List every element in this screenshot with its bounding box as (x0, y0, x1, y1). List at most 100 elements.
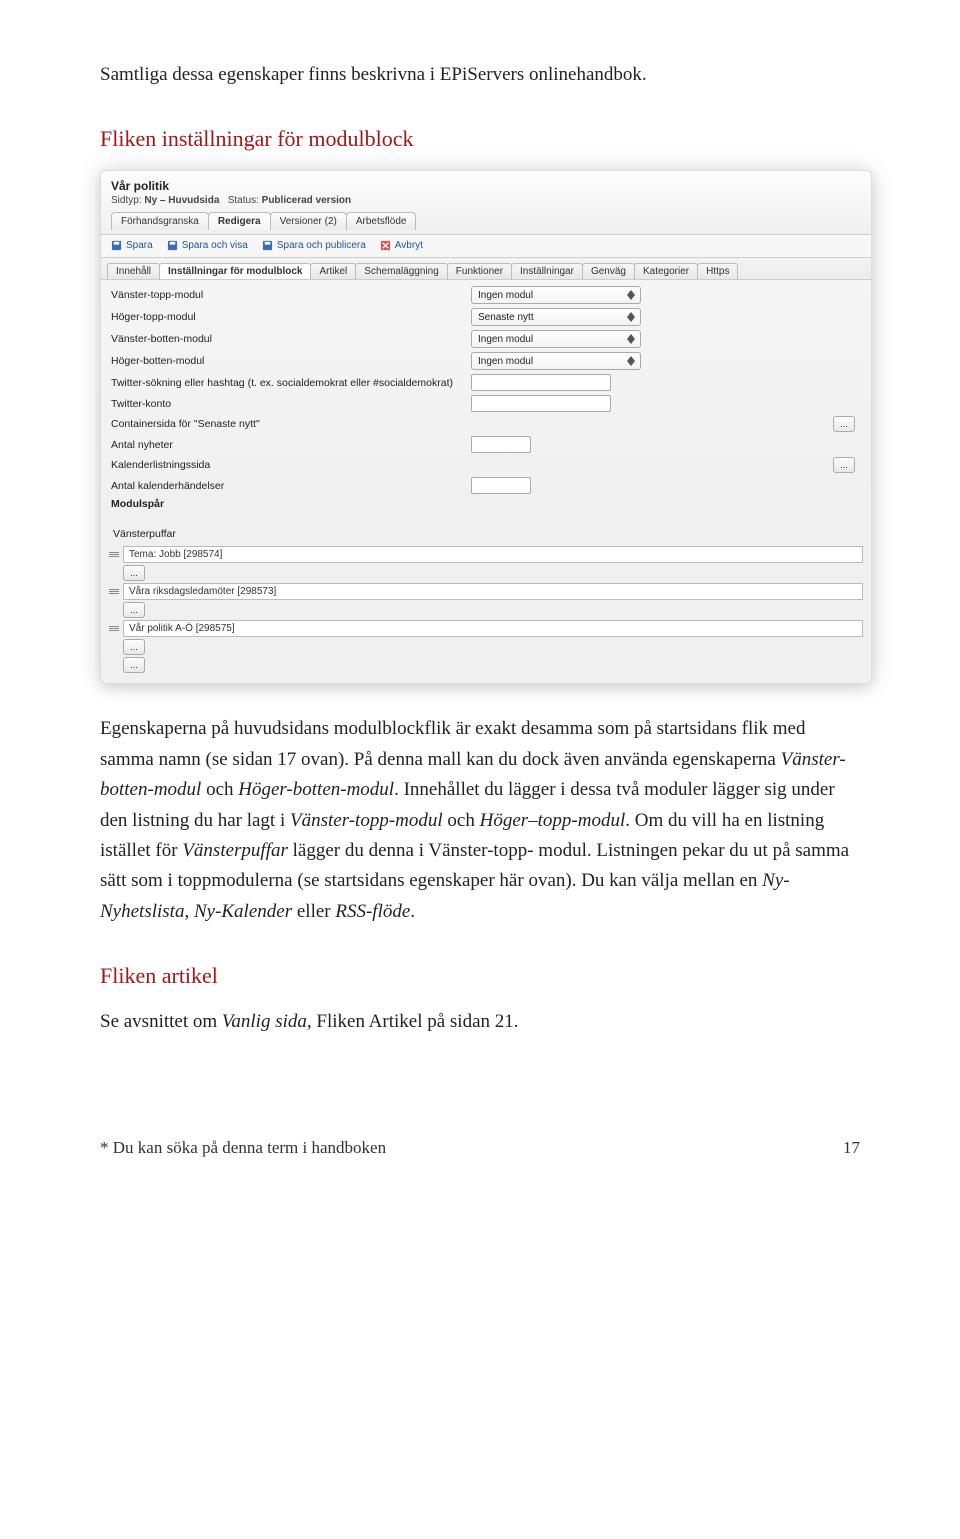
subtab-content[interactable]: Innehåll (107, 263, 160, 279)
label: Vänster-botten-modul (111, 333, 471, 345)
puff-item: Våra riksdagsledamöter [298573] (109, 583, 863, 600)
row-modulspar: Modulspår (101, 496, 871, 512)
browse-button[interactable]: ... (123, 565, 145, 581)
form-area: Vänster-topp-modul Ingen modul Höger-top… (101, 280, 871, 520)
sidtyp-label: Sidtyp: (111, 195, 142, 206)
puff-field[interactable]: Vår politik A-Ö [298575] (123, 620, 863, 637)
puff-title: Vänsterpuffar (109, 524, 863, 544)
select-vanster-topp[interactable]: Ingen modul (471, 286, 641, 304)
intro-line: Samtliga dessa egenskaper finns beskrivn… (100, 60, 860, 90)
page-meta: Sidtyp: Ny – Huvudsida Status: Publicera… (111, 195, 861, 206)
puff-field[interactable]: Tema: Jobb [298574] (123, 546, 863, 563)
sidtyp-value: Ny – Huvudsida (144, 195, 219, 206)
input-twitter-search[interactable] (471, 374, 611, 391)
browse-button[interactable]: ... (123, 602, 145, 618)
footnote: * Du kan söka på denna term i handboken (100, 1138, 386, 1158)
input-news-count[interactable] (471, 436, 531, 453)
updown-icon (626, 354, 636, 368)
updown-icon (626, 288, 636, 302)
label: Antal nyheter (111, 439, 471, 451)
puff-item: Vår politik A-Ö [298575] (109, 620, 863, 637)
save-icon (111, 240, 122, 251)
puff-browse: ... (109, 639, 863, 655)
browse-button[interactable]: ... (833, 416, 855, 432)
toolbar: Spara Spara och visa Spara och publicera… (101, 235, 871, 258)
subtab-https[interactable]: Https (697, 263, 738, 279)
save-view-label: Spara och visa (182, 240, 248, 251)
row-twitter-account: Twitter-konto (101, 393, 871, 414)
row-hoger-botten: Höger-botten-modul Ingen modul (101, 350, 871, 372)
tab-edit[interactable]: Redigera (208, 212, 271, 230)
cancel-button[interactable]: Avbryt (380, 240, 423, 251)
puff-browse-empty: ... (109, 657, 863, 673)
select-value: Ingen modul (478, 290, 533, 301)
subtab-schedule[interactable]: Schemaläggning (355, 263, 448, 279)
paragraph-2: Se avsnittet om Vanlig sida, Fliken Arti… (100, 1007, 860, 1037)
browse-button[interactable]: ... (123, 639, 145, 655)
select-vanster-botten[interactable]: Ingen modul (471, 330, 641, 348)
status-label: Status: (228, 195, 259, 206)
status-value: Publicerad version (262, 195, 351, 206)
panel-header: Vår politik Sidtyp: Ny – Huvudsida Statu… (101, 171, 871, 235)
save-icon (262, 240, 273, 251)
row-news-count: Antal nyheter (101, 434, 871, 455)
save-publish-label: Spara och publicera (277, 240, 366, 251)
save-view-button[interactable]: Spara och visa (167, 240, 248, 251)
label: Kalenderlistningssida (111, 459, 471, 471)
section-title-2: Fliken artikel (100, 963, 860, 989)
puff-browse: ... (109, 602, 863, 618)
row-vanster-topp: Vänster-topp-modul Ingen modul (101, 284, 871, 306)
save-label: Spara (126, 240, 153, 251)
puff-item: Tema: Jobb [298574] (109, 546, 863, 563)
puff-area: Vänsterpuffar Tema: Jobb [298574] ... Vå… (101, 520, 871, 683)
subtab-modulblock[interactable]: Inställningar för modulblock (159, 263, 311, 279)
label: Höger-topp-modul (111, 311, 471, 323)
row-twitter-search: Twitter-sökning eller hashtag (t. ex. so… (101, 372, 871, 393)
save-button[interactable]: Spara (111, 240, 153, 251)
subtab-categories[interactable]: Kategorier (634, 263, 698, 279)
tab-preview[interactable]: Förhandsgranska (111, 212, 209, 230)
subtab-article[interactable]: Artikel (310, 263, 356, 279)
row-calendar-page: Kalenderlistningssida ... (101, 455, 871, 475)
select-value: Ingen modul (478, 356, 533, 367)
puff-browse: ... (109, 565, 863, 581)
drag-handle-icon[interactable] (109, 585, 119, 599)
label: Containersida för "Senaste nytt" (111, 418, 471, 430)
drag-handle-icon[interactable] (109, 548, 119, 562)
input-twitter-account[interactable] (471, 395, 611, 412)
subtab-settings[interactable]: Inställningar (511, 263, 583, 279)
save-icon (167, 240, 178, 251)
select-hoger-topp[interactable]: Senaste nytt (471, 308, 641, 326)
subtab-bar: Innehåll Inställningar för modulblock Ar… (101, 258, 871, 280)
label: Höger-botten-modul (111, 355, 471, 367)
select-value: Ingen modul (478, 334, 533, 345)
cancel-icon (380, 240, 391, 251)
label: Twitter-sökning eller hashtag (t. ex. so… (111, 377, 471, 389)
page-number: 17 (843, 1138, 860, 1158)
subtab-shortcut[interactable]: Genväg (582, 263, 635, 279)
save-publish-button[interactable]: Spara och publicera (262, 240, 366, 251)
select-hoger-botten[interactable]: Ingen modul (471, 352, 641, 370)
page-footer: * Du kan söka på denna term i handboken … (100, 1138, 860, 1158)
select-value: Senaste nytt (478, 312, 534, 323)
row-calendar-count: Antal kalenderhändelser (101, 475, 871, 496)
label: Antal kalenderhändelser (111, 480, 471, 492)
tab-workflow[interactable]: Arbetsflöde (346, 212, 417, 230)
cancel-label: Avbryt (395, 240, 423, 251)
puff-field[interactable]: Våra riksdagsledamöter [298573] (123, 583, 863, 600)
episerver-panel: Vår politik Sidtyp: Ny – Huvudsida Statu… (100, 170, 872, 684)
updown-icon (626, 310, 636, 324)
main-tabbar: Förhandsgranska Redigera Versioner (2) A… (111, 212, 861, 230)
subtab-functions[interactable]: Funktioner (447, 263, 512, 279)
label: Twitter-konto (111, 398, 471, 410)
drag-handle-icon[interactable] (109, 622, 119, 636)
input-calendar-count[interactable] (471, 477, 531, 494)
tab-versions[interactable]: Versioner (2) (270, 212, 347, 230)
row-container: Containersida för "Senaste nytt" ... (101, 414, 871, 434)
row-vanster-botten: Vänster-botten-modul Ingen modul (101, 328, 871, 350)
page-title: Vår politik (111, 179, 861, 193)
label: Modulspår (111, 498, 471, 510)
section-title-1: Fliken inställningar för modulblock (100, 126, 860, 152)
browse-button[interactable]: ... (123, 657, 145, 673)
browse-button[interactable]: ... (833, 457, 855, 473)
